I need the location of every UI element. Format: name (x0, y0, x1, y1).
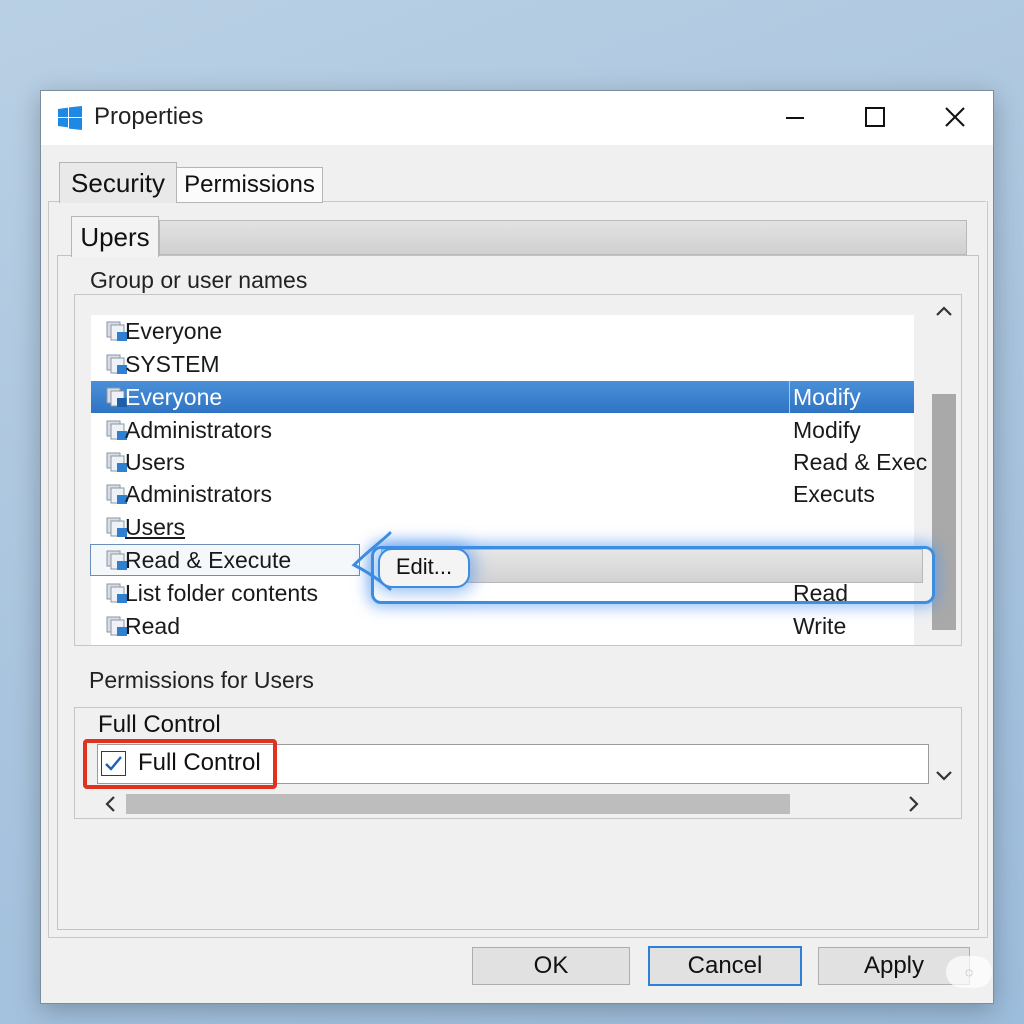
properties-window: Properties Security Permissions Upers Gr… (40, 90, 994, 1004)
title-bar[interactable]: Properties (41, 91, 993, 145)
column-divider (789, 381, 790, 413)
list-item-name: SYSTEM (125, 351, 220, 377)
list-item[interactable]: Administrators Executs (91, 478, 914, 510)
group-names-label: Group or user names (90, 267, 308, 293)
list-item[interactable]: Everyone (91, 315, 914, 347)
scroll-left-icon[interactable] (103, 794, 117, 814)
list-item-name: Administrators (125, 481, 272, 507)
sub-tab-strip (159, 220, 967, 255)
tab-security[interactable]: Security (59, 162, 177, 203)
window-title: Properties (94, 103, 204, 130)
list-item-permission: Executs (793, 481, 875, 507)
list-item[interactable]: Read Write (91, 610, 914, 642)
list-item[interactable]: Administrators Modify (91, 414, 914, 446)
list-item-name: Read (125, 613, 180, 639)
vertical-scrollbar-thumb[interactable] (932, 394, 956, 630)
tab-users[interactable]: Upers (71, 216, 159, 257)
minimize-icon (786, 117, 804, 119)
list-item-name: Users (125, 449, 186, 475)
list-item-name: List folder contents (125, 580, 319, 606)
watermark-badge: ◌ (946, 956, 992, 988)
list-item-permission: Write (793, 613, 847, 639)
horizontal-scrollbar-thumb[interactable] (126, 794, 790, 814)
maximize-icon (865, 107, 885, 127)
list-item-name: Administrators (125, 417, 272, 443)
scroll-right-icon[interactable] (907, 794, 921, 814)
list-item[interactable]: Users Read & Exec (91, 446, 927, 478)
list-item-name: Everyone (125, 384, 223, 410)
maximize-button[interactable] (836, 91, 916, 145)
tab-permissions[interactable]: Permissions (176, 167, 323, 203)
list-item-name: Read & Execute (125, 547, 292, 573)
permissions-column-header: Full Control (98, 711, 221, 738)
list-item-permission: Read & Exec (793, 449, 928, 475)
list-item-focused[interactable]: Read & Execute (90, 544, 360, 576)
list-item-selected[interactable]: Everyone Modify (91, 381, 914, 413)
list-item-permission: Modify (793, 384, 861, 410)
cancel-button[interactable]: Cancel (648, 946, 802, 986)
chevron-down-icon[interactable] (934, 769, 954, 783)
list-item-name: Users (125, 514, 186, 540)
highlight-annotation-box (83, 739, 277, 789)
minimize-button[interactable] (756, 91, 836, 145)
list-item-name: Everyone (125, 318, 223, 344)
close-button[interactable] (916, 91, 996, 145)
ok-button[interactable]: OK (472, 947, 630, 985)
edit-button[interactable]: Edit... (378, 548, 470, 588)
close-icon (945, 107, 965, 127)
windows-logo-icon (58, 106, 82, 130)
permissions-for-label: Permissions for Users (89, 667, 314, 693)
list-item[interactable]: Users (91, 511, 914, 543)
list-item-permission: Modify (793, 417, 861, 443)
list-item[interactable]: SYSTEM (91, 348, 914, 380)
scroll-up-icon[interactable] (934, 304, 954, 318)
